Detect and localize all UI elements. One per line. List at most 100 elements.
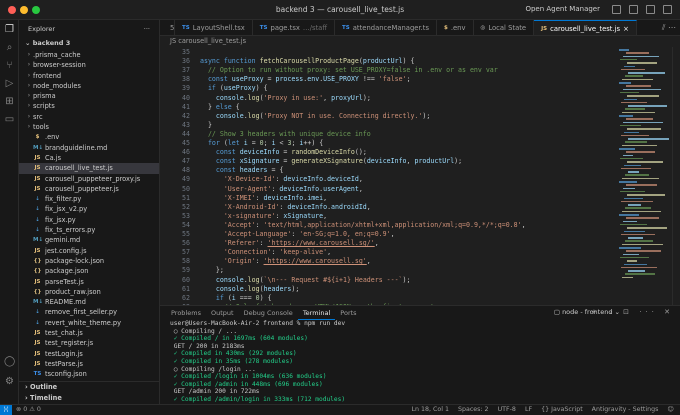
status-item[interactable]: Antigravity - Settings	[592, 405, 659, 415]
folder-item[interactable]: › prisma	[19, 91, 159, 101]
status-item[interactable]: UTF-8	[498, 405, 516, 415]
code-line[interactable]: 44 // Show 3 headers with unique device …	[160, 130, 615, 139]
editor-tab[interactable]: TS page.tsx …/staff	[253, 20, 336, 35]
editor-actions-icon[interactable]: ⫽ ⋯	[662, 23, 676, 33]
explorer-icon[interactable]: ❐	[4, 24, 15, 35]
file-item[interactable]: JS carousell_puppeteer_proxy.js	[19, 174, 159, 184]
editor-tab[interactable]: $ .env	[437, 20, 474, 35]
code-line[interactable]: 48 const headers = {	[160, 166, 615, 175]
file-item[interactable]: JS Ca.js	[19, 153, 159, 163]
code-line[interactable]: 61 console.log(headers);	[160, 285, 615, 294]
code-line[interactable]: 41 } else {	[160, 103, 615, 112]
code-line[interactable]: 35	[160, 48, 615, 57]
file-item[interactable]: JS carousell_puppeteer.js	[19, 184, 159, 194]
editor-tab[interactable]: ◎ Local State	[474, 20, 535, 35]
folder-item[interactable]: › src	[19, 112, 159, 122]
account-icon[interactable]: ◯	[4, 356, 15, 367]
file-item[interactable]: JS testLogin.js	[19, 349, 159, 359]
file-item[interactable]: ⇣ fix_jsx.py	[19, 215, 159, 225]
editor-tab[interactable]: 5	[160, 20, 175, 35]
open-agent-manager-button[interactable]: Open Agent Manager	[525, 5, 600, 13]
code-editor[interactable]: 35 36 async function fetchCarousellProduct…	[160, 47, 615, 305]
panel-tab[interactable]: Debug Console	[239, 306, 298, 320]
editor-tab[interactable]: TS attendanceManager.ts	[335, 20, 437, 35]
timeline-section[interactable]: › Timeline	[19, 393, 159, 404]
file-item[interactable]: ⇣ fix_jsx_v2.py	[19, 204, 159, 214]
code-line[interactable]: 50 'User-Agent': deviceInfo.userAgent,	[160, 185, 615, 194]
terminal-output[interactable]: user@Users-MacBook-Air-2 frontend % npm …	[160, 320, 680, 411]
file-item[interactable]: ⇣ fix_ts_errors.py	[19, 225, 159, 235]
code-line[interactable]: 42 console.log('Proxy NOT in use. Connec…	[160, 112, 615, 121]
folder-item[interactable]: › scripts	[19, 101, 159, 111]
file-item[interactable]: JS parseTest.js	[19, 277, 159, 287]
code-line[interactable]: 38 const useProxy = process.env.USE_PROX…	[160, 75, 615, 84]
status-item[interactable]: LF	[525, 405, 532, 415]
panel-tab[interactable]: Ports	[335, 306, 361, 320]
code-line[interactable]: 57 'Connection': 'keep-alive',	[160, 248, 615, 257]
toggle-panel-icon[interactable]	[629, 5, 638, 14]
folder-item[interactable]: › node_modules	[19, 81, 159, 91]
file-item[interactable]: ⇣ fix_filter.py	[19, 194, 159, 204]
file-item[interactable]: ⇣ revert_white_theme.py	[19, 318, 159, 328]
folder-item[interactable]: › frontend	[19, 71, 159, 81]
remote-explorer-icon[interactable]: ▭	[4, 114, 15, 125]
code-line[interactable]: 47 const xSignature = generateXSignature…	[160, 157, 615, 166]
code-line[interactable]: 46 const deviceInfo = randomDeviceInfo()…	[160, 148, 615, 157]
code-line[interactable]: 62 if (i === 0) {	[160, 294, 615, 303]
code-line[interactable]: 37 // Option to run without proxy: set U…	[160, 66, 615, 75]
code-line[interactable]: 36 async function fetchCarousellProductPa…	[160, 57, 615, 66]
search-icon[interactable]: ⌕	[4, 42, 15, 53]
problems-status[interactable]: ⊗ 0 ⚠ 0	[16, 405, 41, 415]
more-actions-icon[interactable]: ···	[144, 25, 150, 33]
code-line[interactable]: 58 'Origin': 'https://www.carousell.sg',	[160, 257, 615, 266]
panel-tab[interactable]: Output	[206, 306, 239, 320]
source-control-icon[interactable]: ⑂	[4, 60, 15, 71]
file-item[interactable]: TS tsconfig.json	[19, 369, 159, 379]
status-item[interactable]: Ln 18, Col 1	[411, 405, 449, 415]
file-item[interactable]: {} package-lock.json	[19, 256, 159, 266]
toggle-secondary-sidebar-icon[interactable]	[646, 5, 655, 14]
code-line[interactable]: 53 'x-signature': xSignature,	[160, 212, 615, 221]
code-line[interactable]: 40 console.log('Proxy in use:', proxyUrl…	[160, 94, 615, 103]
file-item[interactable]: ⇣ remove_first_seller.py	[19, 307, 159, 317]
editor-tab[interactable]: JS carousell_live_test.js ×	[534, 20, 637, 36]
toggle-sidebar-icon[interactable]	[612, 5, 621, 14]
folder-item[interactable]: › tools	[19, 122, 159, 132]
file-item[interactable]: JS jest.config.js	[19, 246, 159, 256]
file-item[interactable]: M↓ brandguideline.md	[19, 143, 159, 153]
file-item[interactable]: JS test_register.js	[19, 338, 159, 348]
settings-gear-icon[interactable]: ⚙	[4, 376, 15, 387]
file-item[interactable]: JS carousell_live_test.js	[19, 163, 159, 174]
code-line[interactable]: 59 };	[160, 266, 615, 275]
status-item[interactable]: Spaces: 2	[458, 405, 489, 415]
minimap[interactable]	[615, 47, 672, 305]
status-item[interactable]: {} JavaScript	[541, 405, 583, 415]
folder-item[interactable]: › .prisma_cache	[19, 50, 159, 60]
file-item[interactable]: JS test_chat.js	[19, 328, 159, 338]
panel-tab[interactable]: Problems	[166, 306, 206, 320]
panel-actions-icon[interactable]: + ⌄ ⊡ ··· ✕	[591, 308, 674, 316]
code-line[interactable]: 51 'X-IMEI': deviceInfo.imei,	[160, 194, 615, 203]
close-tab-icon[interactable]: ×	[623, 21, 629, 36]
editor-scrollbar[interactable]	[672, 47, 680, 305]
outline-section[interactable]: › Outline	[19, 382, 159, 393]
workspace-root[interactable]: ⌄ backend 3	[19, 36, 159, 50]
file-item[interactable]: M↓ README.md	[19, 297, 159, 307]
code-line[interactable]: 39 if (useProxy) {	[160, 84, 615, 93]
file-item[interactable]: M↓ gemini.md	[19, 235, 159, 245]
code-line[interactable]: 56 'Referer': 'https://www.carousell.sg/…	[160, 239, 615, 248]
status-item[interactable]: ☺	[667, 405, 674, 415]
file-item[interactable]: {} product_raw.json	[19, 287, 159, 297]
file-item[interactable]: JS testParse.js	[19, 359, 159, 369]
code-line[interactable]: 43 }	[160, 121, 615, 130]
code-line[interactable]: 52 'X-Android-Id': deviceInfo.androidId,	[160, 203, 615, 212]
code-line[interactable]: 60 console.log(`\n--- Request #${i+1} He…	[160, 276, 615, 285]
code-line[interactable]: 54 'Accept': 'text/html,application/xhtm…	[160, 221, 615, 230]
folder-item[interactable]: › browser-session	[19, 60, 159, 70]
remote-indicator-icon[interactable]: ⟩⟨	[0, 405, 12, 415]
extensions-icon[interactable]: ⊞	[4, 96, 15, 107]
code-line[interactable]: 55 'Accept-Language': 'en-SG;q=1.0, en;q…	[160, 230, 615, 239]
editor-tab[interactable]: TS LayoutShell.tsx	[175, 20, 253, 35]
customize-layout-icon[interactable]	[663, 5, 672, 14]
breadcrumb[interactable]: JS carousell_live_test.js	[160, 36, 680, 47]
